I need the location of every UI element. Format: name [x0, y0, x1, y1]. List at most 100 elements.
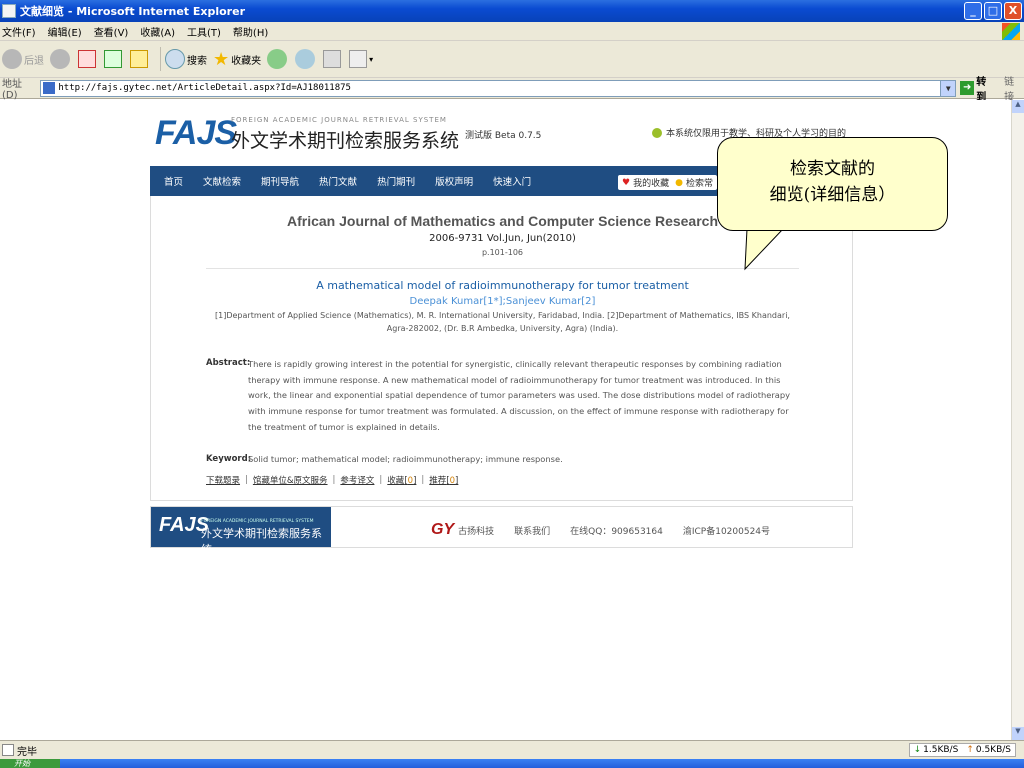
scroll-down-icon[interactable]: ▼ [1012, 727, 1024, 740]
vertical-scrollbar[interactable]: ▲ ▼ [1011, 100, 1024, 740]
go-arrow-icon: ➜ [960, 81, 975, 95]
go-button[interactable]: ➜ 转到 [960, 73, 996, 103]
footer-brand[interactable]: 古扬科技 [458, 524, 494, 537]
footer-contact-link[interactable]: 联系我们 [514, 524, 550, 537]
nav-journal-guide[interactable]: 期刊导航 [261, 174, 299, 188]
annotation-callout: 检索文献的 细览(详细信息） [717, 137, 948, 231]
collect-link[interactable]: 收藏[0] [387, 474, 416, 486]
lightbulb-icon: ● [675, 177, 683, 188]
nav-hot-journals[interactable]: 热门期刊 [377, 174, 415, 188]
site-footer: FAJS FOREIGN ACADEMIC JOURNAL RETRIEVAL … [150, 506, 853, 556]
links-button[interactable]: 链接 [1004, 73, 1024, 103]
separator: | [421, 475, 425, 485]
address-url: http://fajs.gytec.net/ArticleDetail.aspx… [58, 83, 351, 93]
mail-icon [323, 50, 342, 68]
nav-hot-literature[interactable]: 热门文献 [319, 174, 357, 188]
start-button[interactable]: 开始 [0, 759, 60, 768]
address-bar: 地址(D) http://fajs.gytec.net/ArticleDetai… [0, 77, 1024, 103]
maximize-button[interactable]: □ [984, 2, 1002, 20]
separator: | [245, 475, 248, 485]
beta-version: 测试版 Beta 0.7.5 [465, 131, 542, 141]
menu-favorites[interactable]: 收藏(A) [140, 24, 175, 39]
forward-button[interactable] [50, 49, 72, 69]
menubar: 文件(F) 编辑(E) 查看(V) 收藏(A) 工具(T) 帮助(H) [0, 22, 1024, 41]
refresh-button[interactable] [104, 50, 124, 68]
article-actions: 下载题录 | 馆藏单位&原文服务 | 参考译文 | 收藏[0] | 推荐[0] [206, 474, 458, 486]
mail-button[interactable] [323, 50, 343, 68]
search-icon [165, 49, 185, 69]
menu-view[interactable]: 查看(V) [94, 24, 129, 39]
abstract-label: Abstract: [206, 358, 251, 368]
menu-tools[interactable]: 工具(T) [187, 24, 221, 39]
reference-translation-link[interactable]: 参考译文 [340, 474, 374, 486]
download-speed: 1.5KB/S [923, 745, 959, 755]
search-label: 搜索 [187, 55, 207, 67]
nav-user-tools: ♥ 我的收藏 ● 检索常 [618, 175, 717, 190]
abstract-text: There is rapidly growing interest in the… [248, 359, 790, 432]
window-title: 文献细览 - Microsoft Internet Explorer [20, 5, 245, 18]
back-label: 后退 [24, 55, 44, 67]
address-input[interactable]: http://fajs.gytec.net/ArticleDetail.aspx… [40, 79, 957, 97]
stop-icon [78, 50, 96, 68]
search-tips-link[interactable]: 检索常 [686, 176, 713, 189]
status-text: 完毕 [17, 746, 37, 758]
address-dropdown-icon[interactable]: ▼ [940, 80, 956, 96]
article-affiliation: [1]Department of Applied Science (Mathem… [215, 311, 790, 333]
collect-count: 0 [407, 476, 414, 486]
windows-logo-icon [1002, 23, 1020, 40]
callout-line-1: 检索文献的 [790, 159, 875, 179]
search-button[interactable]: 搜索 [165, 49, 207, 69]
nav-home[interactable]: 首页 [164, 174, 183, 188]
nav-quick-start[interactable]: 快速入门 [493, 174, 531, 188]
print-icon [349, 50, 368, 68]
footer-logo-chinese: 外文学术期刊检索服务系统 [201, 527, 322, 556]
heart-icon: ♥ [622, 177, 631, 188]
article-authors[interactable]: Deepak Kumar[1*];Sanjeev Kumar[2] [151, 296, 854, 307]
dropdown-arrow-icon: ▾ [369, 54, 374, 64]
network-speed: ↓ 1.5KB/S ↑ 0.5KB/S [908, 743, 1016, 757]
gy-logo-icon: GY [431, 521, 455, 538]
footer-info: GY 古扬科技 联系我们 在线QQ：909653164 渝ICP备1020052… [431, 521, 790, 539]
recommend-link[interactable]: 推荐[0] [429, 474, 458, 486]
history-button[interactable] [295, 49, 317, 69]
download-arrow-icon: ↓ [913, 745, 922, 755]
nav-copyright[interactable]: 版权声明 [435, 174, 473, 188]
separator: | [379, 475, 383, 485]
home-button[interactable] [130, 50, 150, 68]
callout-tail [744, 229, 784, 271]
collect-label: 收藏 [387, 476, 405, 486]
nav-literature-search[interactable]: 文献检索 [203, 174, 241, 188]
menu-edit[interactable]: 编辑(E) [48, 24, 82, 39]
footer-qq: 在线QQ：909653164 [570, 526, 663, 537]
window-controls: _ □ X [964, 2, 1022, 20]
scroll-up-icon[interactable]: ▲ [1012, 100, 1024, 113]
media-button[interactable] [267, 49, 289, 69]
page-icon [43, 82, 56, 94]
footer-logo: FAJS FOREIGN ACADEMIC JOURNAL RETRIEVAL … [151, 507, 331, 556]
back-button[interactable]: 后退 [2, 49, 44, 69]
keyword-text: Solid tumor; mathematical model; radioim… [248, 454, 563, 464]
go-label: 转到 [976, 77, 987, 103]
menu-file[interactable]: 文件(F) [2, 24, 36, 39]
site-logo-chinese: 外文学术期刊检索服务系统 [231, 130, 460, 152]
article-title: A mathematical model of radioimmunothera… [316, 279, 689, 292]
menu-help[interactable]: 帮助(H) [233, 24, 268, 39]
my-favorites-link[interactable]: 我的收藏 [633, 176, 669, 189]
close-button[interactable]: X [1004, 2, 1022, 20]
history-icon [295, 49, 316, 69]
favorites-button[interactable]: ★ 收藏夹 [213, 49, 261, 70]
toolbar: 后退 搜索 ★ 收藏夹 ▾ [0, 41, 1024, 78]
stop-button[interactable] [78, 50, 98, 68]
back-arrow-icon [2, 49, 22, 69]
footer-icp: 渝ICP备10200524号 [682, 526, 771, 537]
print-button[interactable]: ▾ [349, 50, 373, 68]
site-logo[interactable]: FAJS [155, 114, 237, 153]
library-holdings-link[interactable]: 馆藏单位&原文服务 [253, 474, 328, 486]
minimize-button[interactable]: _ [964, 2, 982, 20]
site-logo-subtitle: FOREIGN ACADEMIC JOURNAL RETRIEVAL SYSTE… [231, 116, 447, 124]
windows-taskbar: 开始 [0, 759, 1024, 768]
upload-speed: 0.5KB/S [975, 745, 1011, 755]
status-bar: 完毕 ↓ 1.5KB/S ↑ 0.5KB/S [0, 740, 1024, 759]
download-citation-link[interactable]: 下载题录 [206, 474, 240, 486]
ie-page-icon [2, 4, 16, 18]
